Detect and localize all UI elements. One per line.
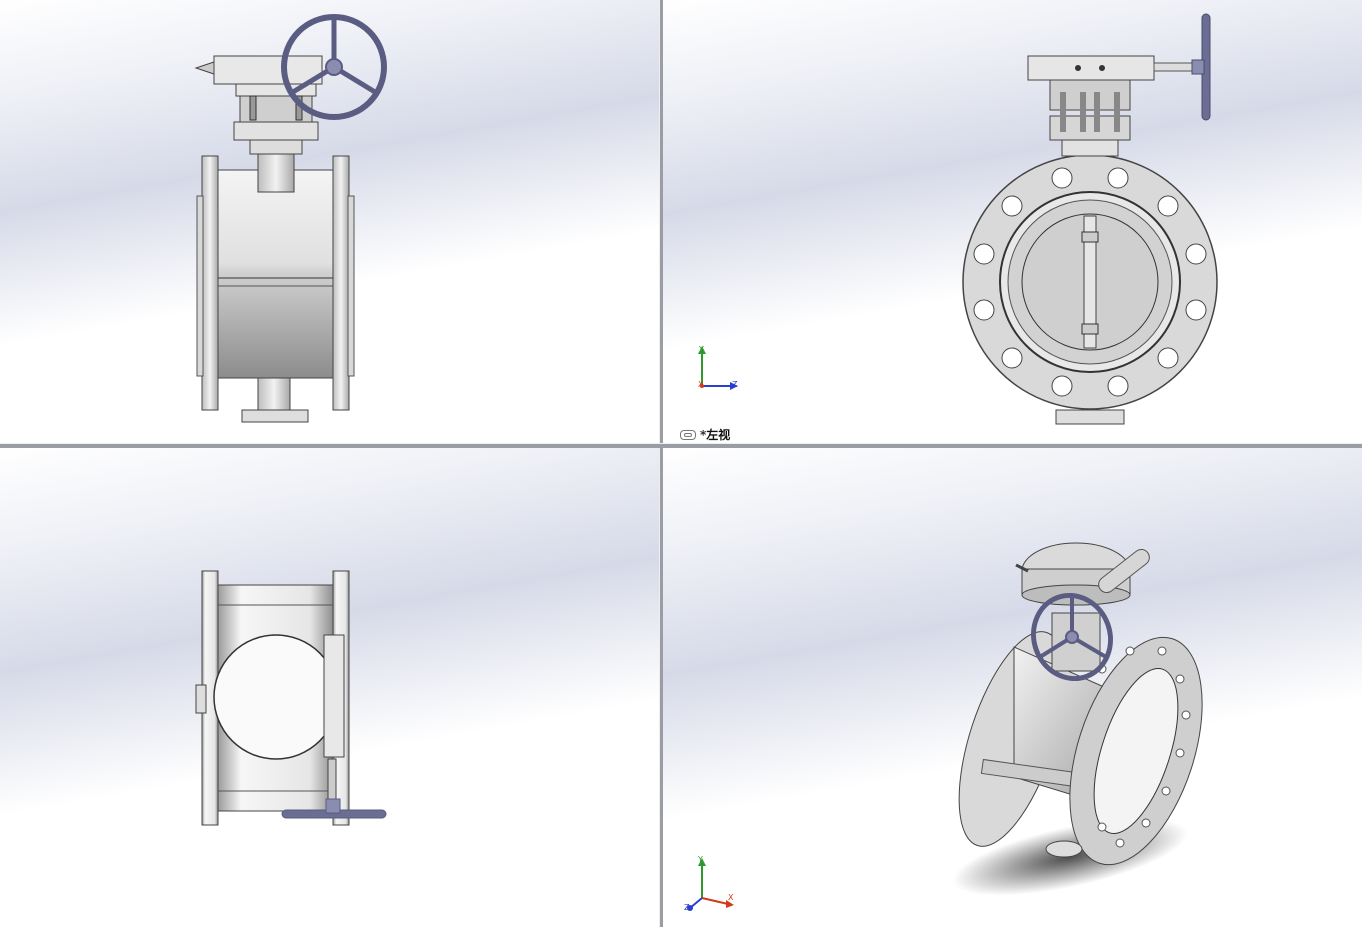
disc [213,634,339,760]
isometric-view-drawing [952,542,1203,896]
viewport-front[interactable] [0,0,659,443]
front-view-drawing [194,14,387,423]
view-name-label[interactable]: *左视 [680,426,730,443]
viewport-left[interactable]: Y Z X *左视 [662,0,1362,443]
triad-z-label: Z [732,380,738,389]
triad-x-label: X [698,380,704,389]
axis-triad-icon-iso [687,858,734,911]
valve-body [213,169,339,379]
viewport-isometric[interactable]: Y X Z [662,447,1362,927]
gearbox [213,55,323,85]
triad-y-label-iso: Y [698,855,703,864]
triad-x-label-iso: X [728,893,734,902]
axis-triad-icon [698,346,738,390]
left-flange [201,155,219,411]
gearbox [1027,55,1155,81]
right-flange [332,155,350,411]
viewport-splitter-vertical[interactable] [659,0,663,927]
top-view-drawing [195,570,387,826]
link-view-icon[interactable] [680,429,696,440]
viewport-splitter-horizontal[interactable] [0,443,1362,448]
viewport-top[interactable] [0,447,659,927]
triad-z-label-iso: Z [684,903,690,912]
triad-y-label: Y [699,345,704,354]
